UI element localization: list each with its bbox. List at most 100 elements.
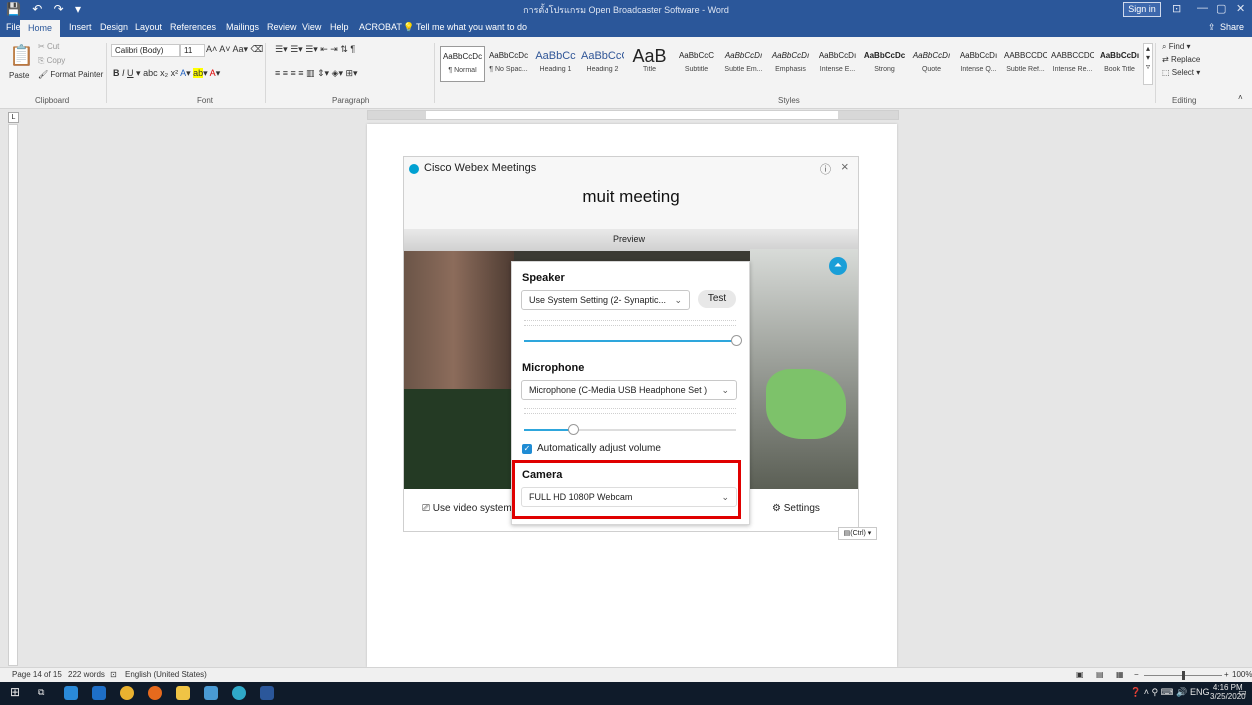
tab-acrobat[interactable]: ACROBAT [359,22,402,32]
speaker-select[interactable]: Use System Setting (2- Synaptic... ⌄ [521,290,690,310]
styles-scroll-icon[interactable]: ▴ ▾ ▿ [1143,43,1153,85]
style-item[interactable]: AaBbCcDı Intense Q... [957,46,1000,80]
vertical-ruler[interactable] [8,124,18,666]
share-button[interactable]: Share [1220,22,1244,32]
close-icon[interactable]: ✕ [1236,2,1245,15]
camera-toggle-icon[interactable]: ⏶ [829,257,847,275]
editing-group-label: Editing [1172,96,1197,105]
style-item[interactable]: AaB Title [628,46,671,80]
style-item[interactable]: AaBbCcDc Strong [863,46,906,80]
help-tray-icon[interactable]: ❓ ˄ ⚲ ⌨ 🔊 [1130,687,1187,698]
style-item[interactable]: AaBbCcDc ¶ Normal [440,46,485,82]
style-item[interactable]: AaBbCc Heading 1 [534,46,577,80]
copy-button[interactable]: ⎘ Copy [38,56,65,66]
list-indent-icons[interactable]: ☰▾ ☰▾ ☰▾ ⇤ ⇥ ⇅ ¶ [275,44,355,55]
speaker-volume-track[interactable] [524,340,736,342]
style-item[interactable]: AaBbCcDı Quote [910,46,953,80]
speaker-volume-slider-knob[interactable] [731,335,742,346]
chrome-icon[interactable] [120,686,134,700]
read-mode-icon[interactable]: ▣ [1076,670,1084,679]
sign-in-button[interactable]: Sign in [1123,2,1161,17]
font-grow-shrink-icon[interactable]: A˄ A˅ Aa▾ ⌫ [206,44,263,55]
tab-layout[interactable]: Layout [135,22,162,32]
style-item[interactable]: AaBbCcDc ¶ No Spac... [487,46,530,80]
lightbulb-icon: 💡 [403,22,415,32]
microphone-volume-fill [524,429,573,431]
ribbon-display-icon[interactable]: ⊡ [1172,2,1181,15]
web-layout-icon[interactable]: ▦ [1116,670,1124,679]
word-taskbar-icon[interactable] [260,686,274,700]
use-video-system-button[interactable]: ⎚ Use video system [422,503,512,514]
style-item[interactable]: AaBbCcDı Emphasis [769,46,812,80]
proofing-icon[interactable]: ⊡ [110,670,117,679]
webex-taskbar-icon[interactable] [232,686,246,700]
style-item[interactable]: AaBbCcC Heading 2 [581,46,624,80]
font-name-box[interactable]: Calibri (Body) [111,44,180,57]
paste-label[interactable]: Paste [9,71,29,80]
tab-view[interactable]: View [302,22,321,32]
minimize-icon[interactable]: — [1197,2,1208,14]
internet-explorer-icon[interactable] [92,686,106,700]
mail-icon[interactable] [204,686,218,700]
paste-icon[interactable]: 📋 [9,43,34,68]
paste-options-badge[interactable]: ▤(Ctrl) ▾ [838,527,877,540]
style-item[interactable]: AaBbCcC Subtitle [675,46,718,80]
maximize-icon[interactable]: ▢ [1216,2,1226,15]
notification-icon[interactable]: ▭ [1238,687,1247,698]
tab-design[interactable]: Design [100,22,128,32]
microphone-volume-slider-knob[interactable] [567,424,579,435]
microphone-select[interactable]: Microphone (C-Media USB Headphone Set ) … [521,380,737,400]
format-painter-button[interactable]: 🖌 Format Painter [38,70,103,79]
tab-references[interactable]: References [170,22,216,32]
edge-icon[interactable] [64,686,78,700]
print-layout-icon[interactable]: ▤ [1096,670,1104,679]
style-item[interactable]: AABBCCDC Intense Re... [1051,46,1094,80]
zoom-out-icon[interactable]: − [1134,670,1139,679]
find-button[interactable]: ⌕ Find ▾ [1162,42,1191,52]
divider [106,43,107,103]
tab-home[interactable]: Home [20,20,61,37]
select-button[interactable]: ⬚ Select ▾ [1162,68,1200,77]
zoom-level[interactable]: 100% [1232,670,1252,679]
firefox-icon[interactable] [148,686,162,700]
font-size-box[interactable]: 11 [180,44,205,57]
windows-start-icon[interactable]: ⊞ [10,685,20,699]
file-explorer-icon[interactable] [176,686,190,700]
microphone-volume-track[interactable] [524,429,736,431]
tab-review[interactable]: Review [267,22,297,32]
help-icon[interactable]: ⓘ [820,161,831,177]
style-item[interactable]: AaBbCcDı Book Title [1098,46,1141,80]
style-item[interactable]: AaBbCcDı Intense E... [816,46,859,80]
tab-mailings[interactable]: Mailings [226,22,259,32]
language-status[interactable]: English (United States) [125,670,207,679]
gear-icon: ⚙ [772,503,781,514]
style-item[interactable]: AABBCCDC Subtle Ref... [1004,46,1047,80]
tell-me-box[interactable]: Tell me what you want to do [416,22,527,32]
font-format-icons[interactable]: B I U ▾ abc x₂ x² A▾ ab▾ A▾ [113,68,220,79]
taskbar: ⊞ ⧉ ❓ ˄ ⚲ ⌨ 🔊 ENG 4:16 PM 3/25/2020 ▭ [0,682,1252,705]
word-count[interactable]: 222 words [68,670,105,679]
style-item[interactable]: AaBbCcDı Subtle Em... [722,46,765,80]
cut-button[interactable]: ✂ Cut [38,42,59,51]
speaker-value: Use System Setting (2- Synaptic... [529,295,667,305]
zoom-in-icon[interactable]: + [1224,670,1229,679]
zoom-slider-knob[interactable] [1182,671,1185,680]
close-icon[interactable]: × [841,159,849,174]
task-view-icon[interactable]: ⧉ [38,687,44,698]
tab-insert[interactable]: Insert [69,22,92,32]
auto-adjust-checkbox[interactable]: ✓ [522,444,532,454]
tab-selector-icon[interactable]: L [8,112,19,123]
horizontal-ruler[interactable] [367,110,899,120]
style-name: Subtitle [684,66,709,73]
page-count[interactable]: Page 14 of 15 [12,670,62,679]
speaker-test-button[interactable]: Test [698,290,736,308]
collapse-ribbon-icon[interactable]: ˄ [1238,93,1243,102]
tab-help[interactable]: Help [330,22,349,32]
tab-file[interactable]: File [6,22,21,32]
style-preview: AaBbCcDı [771,51,810,60]
settings-button[interactable]: ⚙ Settings [772,503,820,514]
alignment-icons[interactable]: ≡ ≡ ≡ ≡ ▥ ⇕▾ ◈▾ ⊞▾ [275,68,358,79]
replace-button[interactable]: ⇄ Replace [1162,55,1200,64]
copy-label: Copy [46,56,66,65]
language-indicator[interactable]: ENG [1190,687,1210,697]
